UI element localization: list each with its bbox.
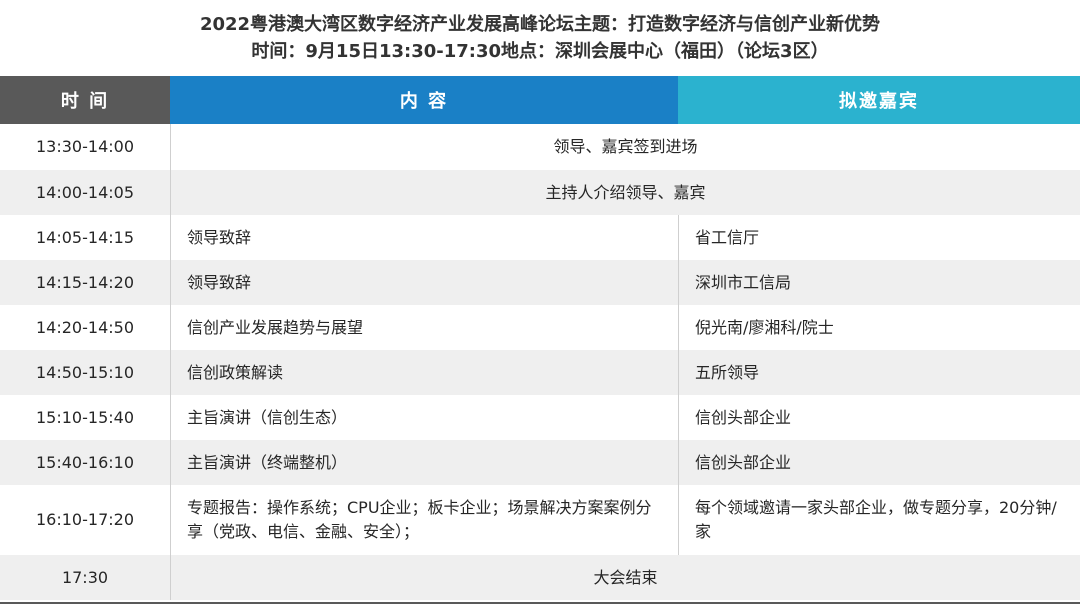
row-time: 14:50-15:10 — [36, 362, 134, 382]
table-row: 15:10-15:40 主旨演讲（信创生态） 信创头部企业 — [0, 395, 1080, 440]
row-time: 13:30-14:00 — [36, 137, 134, 156]
table-row: 14:50-15:10 信创政策解读 五所领导 — [0, 350, 1080, 395]
row-merged-content: 主持人介绍领导、嘉宾 — [170, 170, 1080, 215]
row-guest: 深圳市工信局 — [678, 260, 1080, 305]
agenda-table-body: 13:30-14:00 领导、嘉宾签到进场 14:00-14:05 主持人介绍领… — [0, 124, 1080, 600]
row-guest: 信创头部企业 — [678, 395, 1080, 440]
row-time: 14:20-14:50 — [36, 317, 134, 337]
row-content: 信创政策解读 — [170, 350, 678, 395]
row-time: 14:05-14:15 — [36, 227, 134, 247]
table-header: 时 间 内 容 拟邀嘉宾 — [0, 76, 1080, 124]
row-merged-content: 大会结束 — [170, 555, 1080, 600]
row-guest: 每个领域邀请一家头部企业，做专题分享，20分钟/家 — [678, 485, 1080, 555]
row-guest: 信创头部企业 — [678, 440, 1080, 485]
row-content: 主旨演讲（终端整机） — [170, 440, 678, 485]
title-line-1: 2022粤港澳大湾区数字经济产业发展高峰论坛主题：打造数字经济与信创产业新优势 — [199, 14, 881, 35]
table-row: 13:30-14:00 领导、嘉宾签到进场 — [0, 124, 1080, 170]
agenda-title: 2022粤港澳大湾区数字经济产业发展高峰论坛主题：打造数字经济与信创产业新优势 … — [0, 0, 1080, 76]
table-row: 16:10-17:20 专题报告：操作系统；CPU企业；板卡企业；场景解决方案案… — [0, 485, 1080, 555]
row-content: 领导致辞 — [170, 215, 678, 260]
row-guest: 省工信厅 — [678, 215, 1080, 260]
row-content: 领导致辞 — [170, 260, 678, 305]
table-row: 14:15-14:20 领导致辞 深圳市工信局 — [0, 260, 1080, 305]
header-guest: 拟邀嘉宾 — [678, 76, 1080, 124]
table-row: 14:00-14:05 主持人介绍领导、嘉宾 — [0, 170, 1080, 215]
row-merged-content: 领导、嘉宾签到进场 — [170, 124, 1080, 170]
row-time: 17:30 — [61, 567, 109, 587]
header-content: 内 容 — [170, 76, 678, 124]
table-row: 15:40-16:10 主旨演讲（终端整机） 信创头部企业 — [0, 440, 1080, 485]
header-time: 时 间 — [0, 76, 170, 124]
row-guest: 倪光南/廖湘科/院士 — [678, 305, 1080, 350]
table-row: 14:20-14:50 信创产业发展趋势与展望 倪光南/廖湘科/院士 — [0, 305, 1080, 350]
row-time: 15:40-16:10 — [36, 452, 134, 472]
row-guest: 五所领导 — [678, 350, 1080, 395]
row-time: 14:15-14:20 — [36, 272, 134, 292]
row-content: 信创产业发展趋势与展望 — [170, 305, 678, 350]
table-row: 14:05-14:15 领导致辞 省工信厅 — [0, 215, 1080, 260]
row-time: 15:10-15:40 — [36, 407, 134, 427]
row-time: 16:10-17:20 — [36, 510, 134, 529]
table-row: 17:30 大会结束 — [0, 555, 1080, 600]
row-content: 主旨演讲（信创生态） — [170, 395, 678, 440]
row-content: 专题报告：操作系统；CPU企业；板卡企业；场景解决方案案例分享（党政、电信、金融… — [170, 485, 678, 555]
agenda-page: 2022粤港澳大湾区数字经济产业发展高峰论坛主题：打造数字经济与信创产业新优势 … — [0, 0, 1080, 604]
title-line-2: 时间：9月15日13:30-17:30地点：深圳会展中心（福田）（论坛3区） — [251, 41, 829, 62]
row-time: 14:00-14:05 — [36, 182, 134, 202]
